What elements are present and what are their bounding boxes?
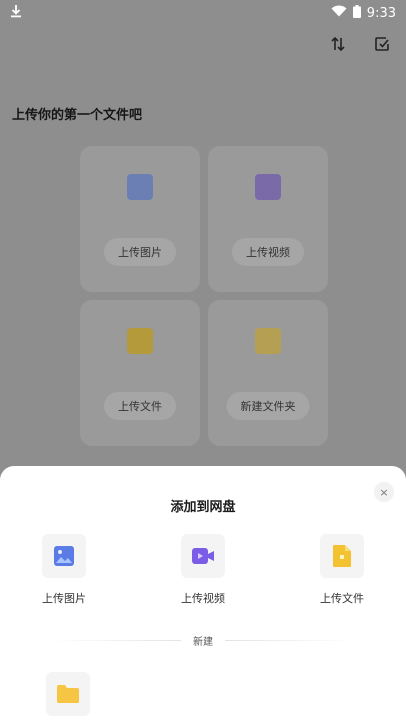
new-folder-button[interactable] (46, 672, 90, 716)
grid-card-upload-file[interactable]: 上传文件 (80, 300, 200, 446)
divider-label: 新建 (193, 636, 213, 648)
status-bar: 9:33 (0, 0, 406, 26)
video-icon (255, 174, 281, 200)
file-icon (320, 534, 364, 578)
video-icon (181, 534, 225, 578)
grid-card-label: 新建文件夹 (226, 392, 310, 420)
option-upload-video[interactable]: 上传视频 (171, 534, 235, 606)
upload-grid: 上传图片 上传视频 上传文件 新建文件夹 (80, 146, 328, 446)
grid-card-label: 上传图片 (104, 238, 176, 266)
clock-time: 9:33 (366, 5, 396, 21)
page-heading: 上传你的第一个文件吧 (12, 108, 143, 123)
new-section-divider: 新建 (0, 632, 406, 648)
grid-card-new-folder[interactable]: 新建文件夹 (208, 300, 328, 446)
option-upload-image[interactable]: 上传图片 (32, 534, 96, 606)
wifi-icon (331, 5, 347, 21)
grid-card-upload-image[interactable]: 上传图片 (80, 146, 200, 292)
multi-select-icon[interactable] (372, 34, 392, 54)
grid-card-label: 上传文件 (104, 392, 176, 420)
image-icon (42, 534, 86, 578)
add-to-drive-sheet: 添加到网盘 × 上传图片 上传视频 上传文件 新建 (0, 466, 406, 720)
file-icon (127, 328, 153, 354)
option-label: 上传文件 (320, 592, 364, 605)
option-label: 上传图片 (42, 592, 86, 605)
image-icon (127, 174, 153, 200)
grid-card-label: 上传视频 (232, 238, 304, 266)
option-upload-file[interactable]: 上传文件 (310, 534, 374, 606)
battery-icon (352, 4, 361, 22)
folder-icon (255, 328, 281, 354)
top-toolbar (328, 34, 392, 54)
sort-icon[interactable] (328, 34, 348, 54)
close-icon[interactable]: × (374, 482, 394, 502)
grid-card-upload-video[interactable]: 上传视频 (208, 146, 328, 292)
divider-line (225, 639, 355, 641)
divider-line (51, 639, 181, 641)
option-label: 上传视频 (181, 592, 225, 605)
download-icon (10, 4, 22, 22)
sheet-title: 添加到网盘 (170, 500, 236, 515)
folder-icon (57, 685, 79, 703)
